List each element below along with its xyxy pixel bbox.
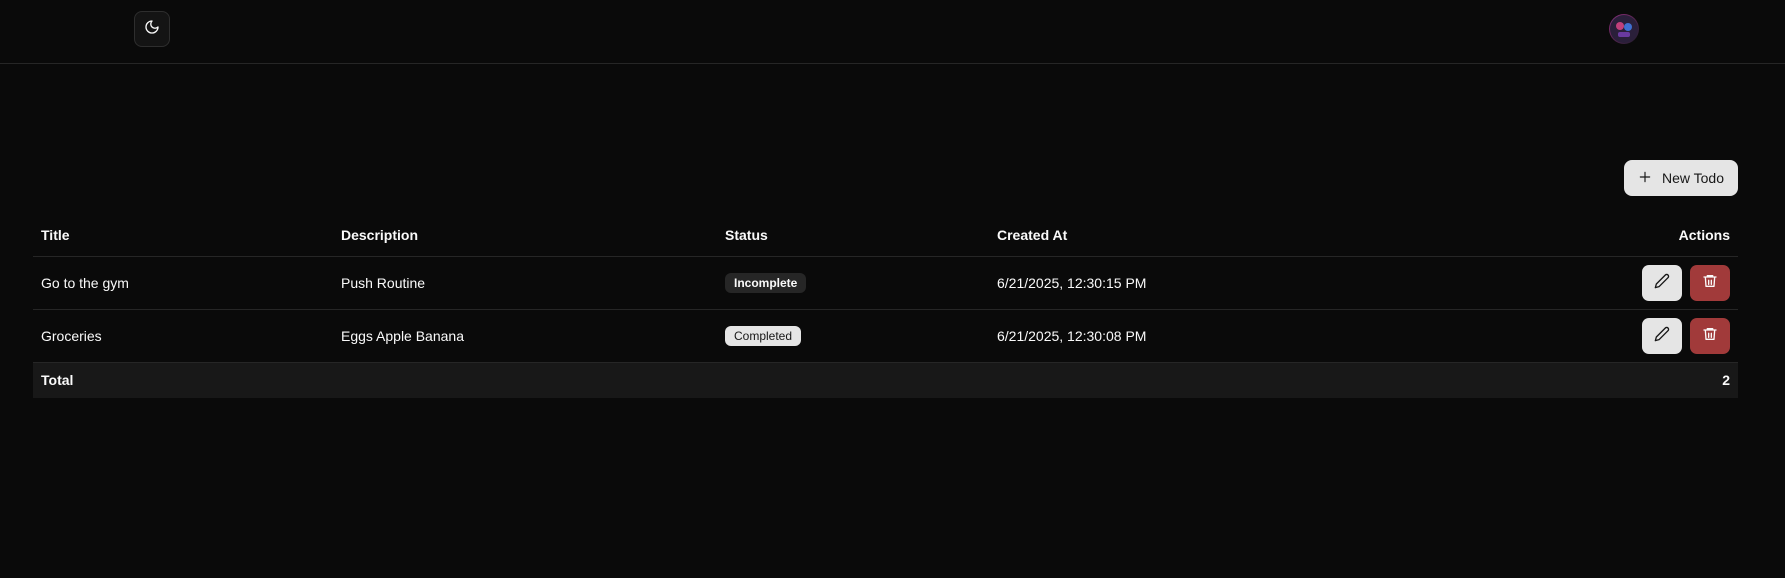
todo-description: Eggs Apple Banana [333,309,717,363]
status-badge: Incomplete [725,272,807,293]
new-todo-label: New Todo [1661,170,1724,186]
new-todo-button[interactable]: New Todo [1623,160,1738,196]
todo-title: Go to the gym [33,256,333,310]
table-header-row: Title Description Status Created At Acti… [33,214,1738,257]
theme-toggle-button[interactable] [134,11,170,47]
trash-icon [1702,326,1718,345]
main-content: New Todo Title Description Status Create… [33,160,1738,398]
edit-button[interactable] [1642,264,1682,301]
edit-button[interactable] [1642,317,1682,354]
status-cell: Completed [717,309,989,363]
delete-button[interactable] [1690,317,1730,354]
column-header-created-at: Created At [989,214,1429,257]
column-header-description: Description [333,214,717,257]
table-footer-row: Total 2 [33,361,1738,398]
pencil-icon [1654,273,1670,292]
todo-created-at: 6/21/2025, 12:30:15 PM [989,256,1429,310]
column-header-actions: Actions [1429,214,1738,257]
table-row: Groceries Eggs Apple Banana Completed 6/… [33,309,1738,363]
pencil-icon [1654,326,1670,345]
top-bar [0,0,1785,64]
column-header-status: Status [717,214,989,257]
toolbar: New Todo [33,160,1738,196]
actions-cell [1429,309,1738,363]
row-actions [1642,317,1730,354]
todo-created-at: 6/21/2025, 12:30:08 PM [989,309,1429,363]
moon-icon [144,19,160,40]
avatar-icon [1610,15,1638,43]
status-badge: Completed [725,325,802,346]
plus-icon [1638,170,1652,187]
status-cell: Incomplete [717,256,989,310]
todo-table: Title Description Status Created At Acti… [33,214,1738,398]
row-actions [1642,264,1730,301]
todo-title: Groceries [33,309,333,363]
total-value: 2 [1429,361,1738,398]
table-row: Go to the gym Push Routine Incomplete 6/… [33,256,1738,310]
total-label: Total [33,361,1429,398]
column-header-title: Title [33,214,333,257]
actions-cell [1429,256,1738,310]
trash-icon [1702,273,1718,292]
delete-button[interactable] [1690,264,1730,301]
todo-description: Push Routine [333,256,717,310]
user-avatar[interactable] [1609,14,1639,44]
